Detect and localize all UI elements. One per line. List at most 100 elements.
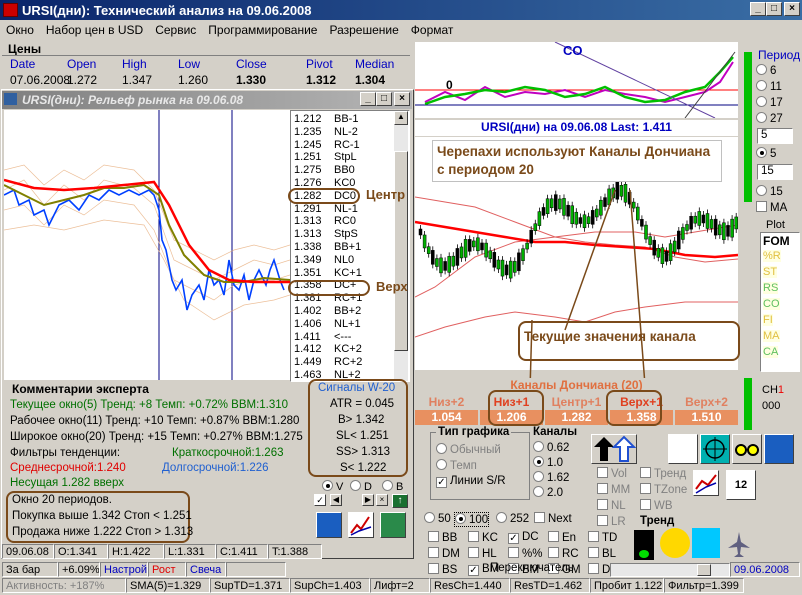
indicator-checkbox[interactable]: %% (508, 547, 542, 560)
level-row[interactable]: 1.338 BB+1 (294, 241, 361, 254)
period-input-2[interactable]: 15 (757, 164, 793, 180)
expert-long-filter: Долгосрочной:1.226 (162, 462, 269, 474)
menu-format[interactable]: Формат (405, 23, 460, 37)
minimize-button[interactable]: _ (750, 2, 766, 16)
nl-checkbox[interactable]: NL (597, 499, 626, 512)
wave-blue-icon[interactable] (764, 434, 794, 464)
nav-right-button[interactable]: ▶ (362, 494, 374, 506)
maximize-button[interactable]: □ (766, 2, 782, 16)
plot-item[interactable]: FI (763, 314, 773, 326)
menu-resolution[interactable]: Разрешение (323, 23, 404, 37)
nastroy-button[interactable]: Настрой (100, 562, 148, 577)
wb-checkbox[interactable]: WB (640, 499, 673, 512)
period-option-6[interactable]: 6 (756, 64, 776, 77)
period-option-15[interactable]: 15 (756, 185, 783, 198)
bars-100[interactable]: 100 (454, 512, 490, 527)
bars-252[interactable]: 252 (496, 512, 529, 525)
level-row[interactable]: 1.406 NL+1 (294, 318, 361, 331)
nav-close-small-button[interactable]: × (376, 494, 388, 506)
relief-close-button[interactable]: × (394, 92, 410, 106)
menu-window[interactable]: Окно (0, 23, 40, 37)
period-input-1[interactable]: 5 (757, 128, 793, 144)
level-row[interactable]: 1.411 <--- (294, 331, 351, 344)
channel-option-162[interactable]: 1.62 (533, 471, 569, 484)
chart-type-normal[interactable]: Обычный (436, 443, 501, 456)
radio-v[interactable]: V (322, 480, 343, 493)
glasses-icon[interactable] (732, 434, 762, 464)
mini-chart-icon[interactable] (693, 470, 719, 496)
indicator-checkbox[interactable]: En (548, 531, 576, 544)
radio-d[interactable]: D (350, 480, 372, 493)
mm-checkbox[interactable]: MM (597, 483, 630, 496)
nav-check-button[interactable]: ✓ (314, 494, 326, 506)
date-slider[interactable] (610, 563, 730, 577)
relief-maximize-button[interactable]: □ (376, 92, 392, 106)
nav-left-button[interactable]: ◀ (330, 494, 342, 506)
menu-usd-prices[interactable]: Набор цен в USD (40, 23, 149, 37)
indicator-checkbox[interactable]: BL (588, 547, 616, 560)
indicator-checkbox[interactable]: HL (468, 547, 497, 560)
plot-item[interactable]: %R (763, 250, 781, 262)
level-row[interactable]: 1.212 BB-1 (294, 113, 358, 126)
level-row[interactable]: 1.235 NL-2 (294, 126, 358, 139)
level-row[interactable]: 1.349 NL0 (294, 254, 354, 267)
radio-b[interactable]: B (382, 480, 403, 493)
period-option-11[interactable]: 11 (756, 80, 782, 93)
indicator-checkbox[interactable]: BS (428, 563, 457, 576)
channels-title: Каналы (533, 426, 578, 438)
level-row[interactable]: 1.313 StpS (294, 228, 358, 241)
next-checkbox[interactable]: Next (534, 512, 572, 525)
person-icon[interactable] (380, 512, 406, 538)
indicator-checkbox[interactable]: RC (548, 547, 579, 560)
level-label: StpL (334, 151, 357, 164)
close-button[interactable]: × (784, 2, 800, 16)
period-option-17[interactable]: 17 (756, 96, 783, 109)
calendar-icon[interactable]: 12 (726, 470, 756, 500)
indicator-label: DM (442, 548, 460, 560)
indicator-checkbox[interactable]: ✓ DC (508, 531, 539, 544)
bars-50[interactable]: 50 (424, 512, 451, 525)
channel-option-20[interactable]: 2.0 (533, 486, 563, 499)
plot-item[interactable]: RS (763, 282, 779, 294)
levels-scrollbar[interactable]: ▲ (394, 111, 408, 381)
level-row[interactable]: 1.351 KC+1 (294, 267, 362, 280)
plot-item[interactable]: CA (763, 346, 779, 358)
printer-icon[interactable] (668, 434, 698, 464)
sr-lines-checkbox[interactable]: ✓ Линии S/R (436, 475, 506, 488)
plot-item[interactable]: MA (763, 330, 780, 342)
indicator-checkbox[interactable]: DM (428, 547, 460, 560)
chart-type-tempo[interactable]: Темп (436, 459, 477, 472)
up-arrow-button[interactable]: ↑ (392, 494, 408, 508)
chart-icon[interactable] (348, 512, 374, 538)
level-row[interactable]: 1.412 KC+2 (294, 343, 362, 356)
level-row[interactable]: 1.291 NL-1 (294, 203, 358, 216)
level-row[interactable]: 1.251 StpL (294, 151, 357, 164)
up-arrows-icon[interactable] (591, 434, 637, 464)
level-row[interactable]: 1.313 RC0 (294, 215, 356, 228)
level-row[interactable]: 1.402 BB+2 (294, 305, 361, 318)
period-option-27[interactable]: 27 (756, 112, 783, 125)
tzone-checkbox[interactable]: TZone (640, 483, 687, 496)
menu-service[interactable]: Сервис (149, 23, 202, 37)
level-row[interactable]: 1.449 RC+2 (294, 356, 362, 369)
target-icon[interactable] (700, 434, 730, 464)
plot-item[interactable]: ST (763, 266, 778, 278)
channel-option-062[interactable]: 0.62 (533, 441, 569, 454)
menu-programming[interactable]: Программирование (202, 23, 323, 37)
level-value: 1.351 (294, 266, 322, 279)
vol-checkbox[interactable]: Vol (597, 467, 627, 480)
indicator-checkbox[interactable]: TD (588, 531, 617, 544)
plot-item[interactable]: CO (763, 298, 780, 310)
lr-checkbox[interactable]: LR (597, 515, 626, 528)
trend-checkbox[interactable]: Тренд (640, 467, 686, 480)
ma-checkbox[interactable]: MA (756, 201, 787, 214)
period-option-5[interactable]: 5 (756, 147, 776, 160)
channel-option-10[interactable]: 1.0 (533, 456, 563, 469)
co-chart-title: CO (563, 43, 583, 58)
wave-icon[interactable] (316, 512, 342, 538)
level-row[interactable]: 1.275 BB0 (294, 164, 355, 177)
indicator-checkbox[interactable]: BB (428, 531, 457, 544)
level-row[interactable]: 1.245 RC-1 (294, 139, 360, 152)
indicator-checkbox[interactable]: KC (468, 531, 498, 544)
relief-minimize-button[interactable]: _ (360, 92, 376, 106)
